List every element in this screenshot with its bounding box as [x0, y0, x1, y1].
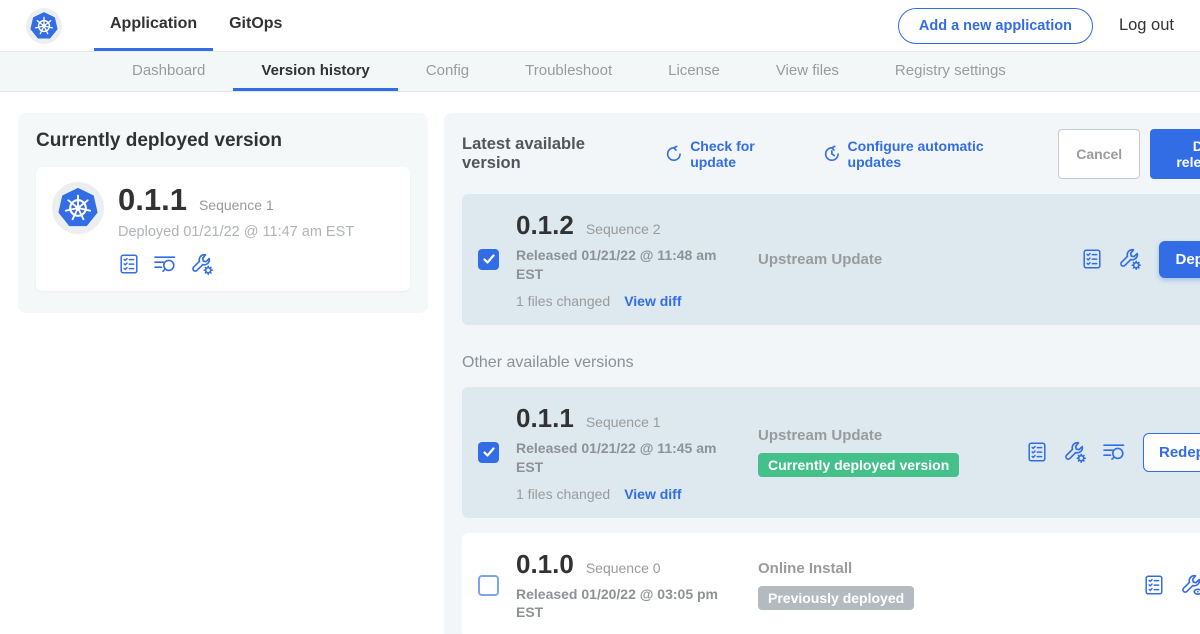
- latest-available-header: Latest available version Check for updat…: [462, 129, 1200, 179]
- topnav-right: Add a new application Log out: [898, 0, 1174, 51]
- version-row-0-1-2: 0.1.2 Sequence 2 Released 01/21/22 @ 11:…: [462, 194, 1200, 325]
- version-number: 0.1.0: [516, 549, 574, 580]
- preflight-results-icon[interactable]: [1102, 440, 1126, 464]
- deployed-version-info: 0.1.1 Sequence 1 Deployed 01/21/22 @ 11:…: [118, 182, 354, 276]
- edit-config-icon[interactable]: [190, 252, 214, 276]
- tab-gitops-label: GitOps: [229, 15, 282, 33]
- deployed-actions: [118, 252, 354, 276]
- configure-automatic-updates-label: Configure automatic updates: [848, 138, 1039, 170]
- version-source: Upstream Update: [758, 251, 1026, 268]
- deployed-timestamp: Deployed 01/21/22 @ 11:47 am EST: [118, 224, 354, 240]
- version-number: 0.1.1: [516, 403, 574, 434]
- cancel-button[interactable]: Cancel: [1058, 129, 1140, 179]
- other-available-versions-title: Other available versions: [462, 354, 1200, 372]
- logout-link[interactable]: Log out: [1119, 16, 1174, 35]
- check-for-update-link[interactable]: Check for update: [665, 138, 802, 170]
- release-notes-icon[interactable]: [118, 253, 140, 275]
- version-sequence: Sequence 0: [586, 560, 661, 576]
- files-changed-label: 1 files changed: [516, 293, 610, 309]
- subtab-license-label: License: [668, 62, 720, 79]
- release-notes-icon[interactable]: [1081, 248, 1103, 270]
- kubernetes-logo-icon: [26, 8, 62, 44]
- subtab-troubleshoot-label: Troubleshoot: [525, 62, 612, 79]
- preflight-results-icon[interactable]: [153, 252, 177, 276]
- version-source: Online Install: [758, 560, 1026, 577]
- release-notes-icon[interactable]: [1026, 441, 1048, 463]
- diff-releases-button[interactable]: Diff releases: [1150, 129, 1200, 179]
- released-timestamp: Released 01/21/22 @ 11:45 am EST: [516, 439, 728, 477]
- deployed-sequence: Sequence 1: [199, 197, 274, 213]
- subtab-config[interactable]: Config: [398, 52, 497, 91]
- subtab-view-files[interactable]: View files: [748, 52, 867, 91]
- subtab-troubleshoot[interactable]: Troubleshoot: [497, 52, 640, 91]
- subtab-version-history[interactable]: Version history: [233, 52, 397, 91]
- app-sub-nav: Dashboard Version history Config Trouble…: [0, 52, 1200, 92]
- subtab-view-files-label: View files: [776, 62, 839, 79]
- version-actions: [1143, 573, 1200, 597]
- version-info: 0.1.0 Sequence 0 Released 01/20/22 @ 03:…: [516, 549, 730, 623]
- version-info: 0.1.1 Sequence 1 Released 01/21/22 @ 11:…: [516, 403, 730, 502]
- version-status: Online Install Previously deployed: [758, 560, 1026, 610]
- files-changed-label: 1 files changed: [516, 486, 610, 502]
- deployed-version-number: 0.1.1: [118, 182, 187, 218]
- version-sequence: Sequence 1: [586, 414, 661, 430]
- version-sequence: Sequence 2: [586, 221, 661, 237]
- configure-automatic-updates-link[interactable]: Configure automatic updates: [823, 138, 1038, 170]
- version-actions: [1026, 440, 1126, 464]
- checkmark-icon: [482, 252, 496, 266]
- version-source: Upstream Update: [758, 427, 1026, 444]
- version-checkbox[interactable]: [478, 575, 499, 596]
- redeploy-button[interactable]: Redeploy: [1143, 433, 1200, 472]
- tab-application[interactable]: Application: [94, 0, 213, 51]
- edit-config-icon[interactable]: [1063, 440, 1087, 464]
- add-new-application-button[interactable]: Add a new application: [898, 8, 1093, 44]
- edit-config-icon[interactable]: [1118, 247, 1142, 271]
- subtab-dashboard[interactable]: Dashboard: [104, 52, 233, 91]
- header-buttons: Cancel Diff releases: [1058, 129, 1200, 179]
- subtab-registry-settings[interactable]: Registry settings: [867, 52, 1034, 91]
- refresh-icon: [665, 145, 683, 163]
- subtab-dashboard-label: Dashboard: [132, 62, 205, 79]
- available-versions-panel: Latest available version Check for updat…: [444, 113, 1200, 634]
- previously-deployed-badge: Previously deployed: [758, 586, 914, 610]
- check-for-update-label: Check for update: [690, 138, 803, 170]
- version-actions: [1081, 247, 1142, 271]
- tab-application-label: Application: [110, 15, 197, 33]
- checkmark-icon: [482, 445, 496, 459]
- version-row-0-1-0: 0.1.0 Sequence 0 Released 01/20/22 @ 03:…: [462, 533, 1200, 634]
- view-config-icon[interactable]: [1180, 573, 1200, 597]
- subtab-version-history-label: Version history: [261, 62, 369, 79]
- latest-available-title: Latest available version: [462, 135, 645, 173]
- deployed-version-card: 0.1.1 Sequence 1 Deployed 01/21/22 @ 11:…: [36, 167, 410, 291]
- released-timestamp: Released 01/20/22 @ 03:05 pm EST: [516, 585, 728, 623]
- kubernetes-app-icon: [52, 182, 104, 234]
- app-logo: [26, 0, 62, 51]
- version-checkbox[interactable]: [478, 442, 499, 463]
- clock-arrow-icon: [823, 145, 841, 163]
- version-info: 0.1.2 Sequence 2 Released 01/21/22 @ 11:…: [516, 210, 730, 309]
- main-content: Currently deployed version 0.1.1 Sequenc…: [0, 92, 1200, 634]
- subtab-config-label: Config: [426, 62, 469, 79]
- top-nav: Application GitOps Add a new application…: [0, 0, 1200, 52]
- version-checkbox[interactable]: [478, 249, 499, 270]
- tab-gitops[interactable]: GitOps: [213, 0, 298, 51]
- currently-deployed-title: Currently deployed version: [36, 130, 410, 152]
- deploy-button[interactable]: Deploy: [1159, 241, 1200, 278]
- version-status: Upstream Update Currently deployed versi…: [758, 427, 1026, 477]
- subtab-registry-settings-label: Registry settings: [895, 62, 1006, 79]
- release-notes-icon[interactable]: [1143, 574, 1165, 596]
- view-diff-link[interactable]: View diff: [624, 486, 681, 502]
- subtab-license[interactable]: License: [640, 52, 748, 91]
- currently-deployed-badge: Currently deployed version: [758, 453, 959, 477]
- version-row-0-1-1: 0.1.1 Sequence 1 Released 01/21/22 @ 11:…: [462, 387, 1200, 518]
- view-diff-link[interactable]: View diff: [624, 293, 681, 309]
- released-timestamp: Released 01/21/22 @ 11:48 am EST: [516, 246, 728, 284]
- version-number: 0.1.2: [516, 210, 574, 241]
- currently-deployed-panel: Currently deployed version 0.1.1 Sequenc…: [18, 113, 428, 313]
- version-status: Upstream Update: [758, 251, 1026, 268]
